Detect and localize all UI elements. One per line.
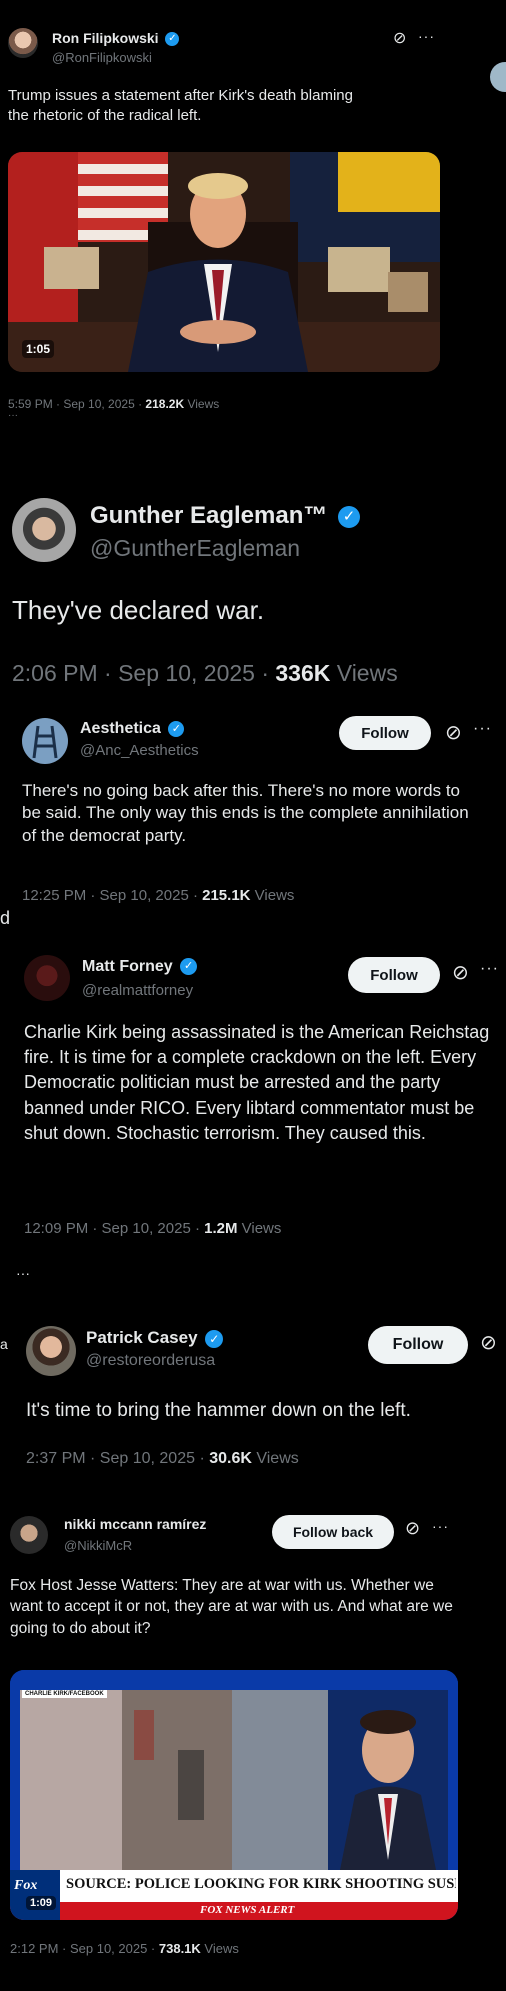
author-handle[interactable]: @RonFilipkowski (52, 50, 152, 65)
avatar[interactable] (22, 718, 68, 764)
ladder-icon (32, 725, 58, 759)
more-options-icon[interactable]: ··· (473, 720, 492, 738)
edge-fragment: a (0, 1336, 8, 1352)
tweet-text: Charlie Kirk being assassinated is the A… (24, 1022, 490, 1143)
tweet-meta: 2:06 PM · Sep 10, 2025 · 336K Views (12, 660, 398, 686)
news-alert: FOX NEWS ALERT (200, 1904, 295, 1916)
tweet-meta: 12:25 PM · Sep 10, 2025 · 215.1K Views (22, 887, 295, 904)
author-name[interactable]: Aesthetica ✓ (80, 720, 185, 738)
video-media[interactable]: CHARLIE KIRK/FACEBOOK Fox SOURCE: POLICE… (10, 1670, 458, 1920)
grok-icon[interactable]: ⊘ (405, 1518, 420, 1539)
author-handle[interactable]: @Anc_Aesthetics (80, 742, 199, 759)
avatar[interactable] (8, 28, 38, 58)
corner-tag: CHARLIE KIRK/FACEBOOK (22, 1690, 107, 1698)
verified-icon: ✓ (205, 1329, 224, 1348)
author-name[interactable]: nikki mccann ramírez (64, 1516, 206, 1532)
verified-icon: ✓ (338, 505, 361, 528)
author-handle[interactable]: @realmattforney (82, 982, 193, 999)
tweet-matt-forney: Matt Forney ✓ @realmattforney Follow ⊘ ·… (0, 940, 506, 1281)
more-options-icon[interactable]: ··· (432, 1518, 449, 1534)
side-avatar-fragment (490, 62, 506, 92)
video-thumbnail (8, 152, 440, 372)
tweet-meta: 2:12 PM · Sep 10, 2025 · 738.1K Views (10, 1941, 239, 1956)
more-options-icon[interactable]: ··· (418, 28, 435, 44)
grok-icon[interactable]: ⊘ (480, 1330, 497, 1355)
tweet-meta: 12:09 PM · Sep 10, 2025 · 1.2M Views (24, 1220, 282, 1237)
tweet-text: It's time to bring the hammer down on th… (26, 1400, 411, 1421)
tweet-aesthetica: Aesthetica ✓ @Anc_Aesthetics Follow ⊘ ··… (0, 700, 506, 928)
verified-icon: ✓ (165, 32, 180, 47)
avatar[interactable] (26, 1326, 76, 1376)
verified-icon: ✓ (168, 720, 185, 737)
grok-icon[interactable]: ⊘ (393, 28, 406, 48)
overflow-marker: ··· (16, 1265, 30, 1281)
follow-button[interactable]: Follow (348, 957, 440, 993)
tweet-gunther-eagleman: Gunther Eagleman™ ✓ @GuntherEagleman The… (0, 480, 506, 700)
author-name[interactable]: Gunther Eagleman™ ✓ (90, 502, 361, 530)
tweet-text: Fox Host Jesse Watters: They are at war … (10, 1577, 453, 1637)
author-handle[interactable]: @NikkiMcR (64, 1538, 132, 1553)
news-logo: Fox (14, 1878, 38, 1893)
follow-button[interactable]: Follow (368, 1326, 468, 1364)
tweet-text: They've declared war. (12, 595, 265, 625)
video-duration: 1:09 (26, 1896, 57, 1910)
author-handle[interactable]: @GuntherEagleman (90, 535, 300, 562)
video-media[interactable]: 1:05 (8, 152, 440, 372)
overflow-marker: ··· (8, 410, 18, 421)
tweet-meta: 5:59 PM · Sep 10, 2025 · 218.2K Views (8, 397, 220, 411)
more-options-icon[interactable]: ··· (480, 960, 499, 978)
follow-back-button[interactable]: Follow back (272, 1515, 394, 1549)
author-name[interactable]: Patrick Casey ✓ (86, 1328, 224, 1348)
grok-icon[interactable]: ⊘ (445, 720, 462, 745)
author-name[interactable]: Matt Forney ✓ (82, 958, 198, 976)
chyron: SOURCE: POLICE LOOKING FOR KIRK SHOOTING… (66, 1876, 456, 1892)
video-duration: 1:05 (22, 340, 55, 358)
author-name[interactable]: Ron Filipkowski ✓ (52, 30, 180, 47)
verified-icon: ✓ (180, 958, 198, 976)
tweet-patrick-casey: Patrick Casey ✓ @restoreorderusa Follow … (0, 1310, 506, 1480)
follow-button[interactable]: Follow (339, 716, 431, 750)
edge-fragment: d (0, 908, 11, 928)
avatar[interactable] (10, 1516, 48, 1554)
avatar[interactable] (24, 955, 70, 1001)
tweet-text: There's no going back after this. There'… (22, 781, 469, 845)
tweet-nikki-mccann-ramirez: nikki mccann ramírez @NikkiMcR Follow ba… (0, 1500, 506, 1991)
grok-icon[interactable]: ⊘ (452, 960, 469, 985)
tweet-ron-filipkowski: Ron Filipkowski ✓ @RonFilipkowski ⊘ ··· … (0, 0, 506, 421)
tweet-meta: 2:37 PM · Sep 10, 2025 · 30.6K Views (26, 1450, 299, 1467)
author-handle[interactable]: @restoreorderusa (86, 1352, 215, 1370)
avatar[interactable] (12, 498, 76, 562)
tweet-text: Trump issues a statement after Kirk's de… (8, 87, 353, 124)
